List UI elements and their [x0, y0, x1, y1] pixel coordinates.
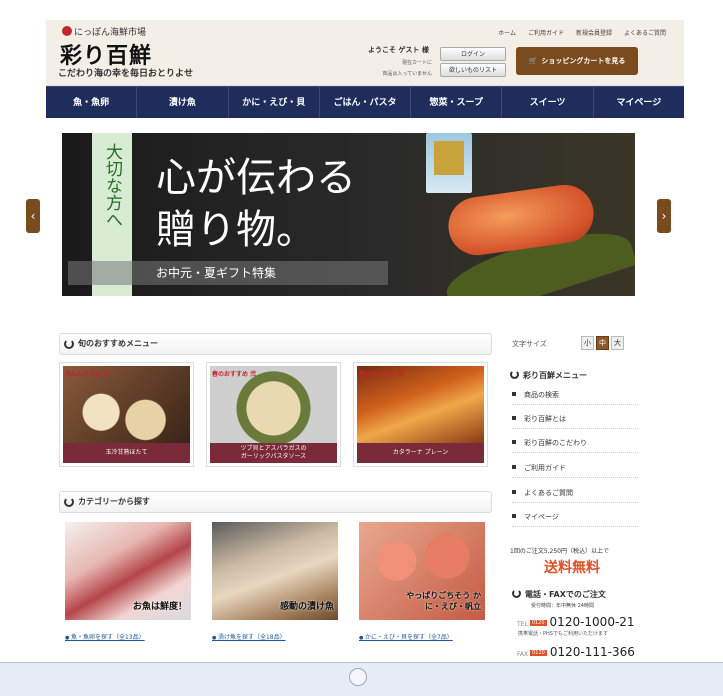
category-link-pickled-fish[interactable]: 漬け魚を探す（全18品） [212, 632, 286, 641]
hero-headline-2: 贈り物。 [156, 207, 316, 253]
site-header: にっぽん海鮮市場 彩り百鮮 こだわり海の幸を毎日おとりよせ ホーム ご利用ガイド… [46, 20, 684, 86]
category-section-header: カテゴリーから探す [59, 491, 492, 513]
hero-band-text: 大切な方へ [102, 143, 122, 228]
recommend-caption-1: 玉冷甘熟ほたて [63, 443, 190, 463]
top-link-faq[interactable]: よくあるご質問 [624, 28, 666, 37]
sidebar-menu-title: 彩り百鮮メニュー [523, 371, 587, 380]
category-link-fish[interactable]: 魚・魚卵を探す（全13品） [65, 632, 145, 641]
scroll-indicator-icon[interactable] [349, 668, 367, 686]
hero-subtitle: お中元・夏ギフト特集 [68, 261, 388, 285]
category-tag-pickled-fish: 感動の漬け魚 [279, 602, 334, 612]
top-link-guide[interactable]: ご利用ガイド [528, 28, 564, 37]
sidebar-menu-header: 彩り百鮮メニュー [510, 370, 587, 381]
slider-prev-button[interactable]: ‹ [26, 199, 40, 233]
category-tile-fish[interactable]: お魚は鮮度！ [65, 522, 191, 620]
scallop-image: 春のおすすめ 壱 [63, 366, 190, 443]
global-nav: 魚・魚卵 漬け魚 かに・えび・貝 ごはん・パスタ 惣菜・スープ スイーツ マイペ… [46, 86, 684, 118]
recommend-card-3[interactable]: 春のおすすめ 参 カタラーナ プレーン [353, 362, 488, 467]
recommend-section-header: 旬のおすすめメニュー [59, 333, 492, 355]
sidebar-item-faq[interactable]: よくあるご質問 [512, 483, 638, 503]
sidebar-item-guide[interactable]: ご利用ガイド [512, 458, 638, 478]
section-ring-icon [512, 589, 521, 598]
freedial-icon: 0120 [529, 620, 547, 626]
sidebar-item-mypage[interactable]: マイページ [512, 507, 638, 527]
page: にっぽん海鮮市場 彩り百鮮 こだわり海の幸を毎日おとりよせ ホーム ご利用ガイド… [0, 0, 723, 696]
tel-note: 携帯電話・PHSでもご利用いただけます [518, 631, 608, 637]
free-shipping-label: 送料無料 [544, 560, 600, 576]
logo-top-label: にっぽん海鮮市場 [74, 28, 147, 38]
slider-next-button[interactable]: › [657, 199, 671, 233]
sake-bottle-label [434, 141, 464, 175]
recommend-tag-3: 春のおすすめ 参 [359, 371, 404, 378]
nav-item-sweets[interactable]: スイーツ [502, 87, 594, 118]
sidebar-item-about[interactable]: 彩り百鮮とは [512, 409, 638, 429]
category-tag-fish: お魚は鮮度！ [132, 602, 187, 612]
sidebar-item-commitment[interactable]: 彩り百鮮のこだわり [512, 433, 638, 453]
recommend-card-2[interactable]: 春のおすすめ 弐 ツブ貝とアスパラガスの ガーリックパスタソース [206, 362, 341, 467]
tel-number: 0120-1000-21 [549, 615, 635, 629]
font-size-label: 文字サイズ [512, 340, 547, 348]
recommend-card-1[interactable]: 春のおすすめ 壱 玉冷甘熟ほたて [59, 362, 194, 467]
tel-number-row[interactable]: TEL 0120 0120-1000-21 [517, 615, 635, 629]
category-title: カテゴリーから探す [78, 497, 150, 506]
category-tile-crab-shrimp[interactable]: やっぱりごちそう かに・えび・帆立 [359, 522, 485, 620]
fax-number-row: FAX 0120 0120-111-366 [517, 645, 635, 659]
recommend-caption-2: ツブ貝とアスパラガスの ガーリックパスタソース [210, 443, 337, 463]
top-link-home[interactable]: ホーム [498, 28, 516, 37]
nav-item-fish[interactable]: 魚・魚卵 [46, 87, 138, 118]
nav-item-mypage[interactable]: マイページ [594, 87, 684, 118]
nav-item-pickled-fish[interactable]: 漬け魚 [137, 87, 229, 118]
hero-banner[interactable]: 大切な方へ 心が伝わる 贈り物。 お中元・夏ギフト特集 [62, 133, 635, 296]
section-ring-icon [64, 497, 74, 507]
logo-top-text[interactable]: にっぽん海鮮市場 [62, 25, 146, 38]
fax-number: 0120-111-366 [549, 645, 635, 659]
wishlist-button[interactable]: 欲しいものリスト [440, 63, 506, 77]
font-size-medium-button[interactable]: 中 [596, 336, 609, 350]
freedial-icon: 0120 [530, 650, 547, 656]
cart-status-line1: 現在カートに [401, 60, 432, 66]
contact-header: 電話・FAXでのご注文 [512, 589, 606, 600]
recommend-caption-3: カタラーナ プレーン [357, 443, 484, 463]
view-cart-label: ショッピングカートを見る [541, 57, 626, 65]
recommend-title: 旬のおすすめメニュー [78, 339, 158, 348]
view-cart-button[interactable]: 🛒 ショッピングカートを見る [516, 47, 638, 75]
category-link-crab-shrimp[interactable]: かに・えび・貝を探す（全7品） [359, 632, 453, 641]
category-tag-crab-shrimp: やっぱりごちそう かに・えび・帆立 [406, 590, 481, 611]
login-button[interactable]: ログイン [440, 47, 506, 61]
shipping-condition: 1回のご注文5,250円（税込）以上で [510, 548, 609, 555]
recommend-tag-1: 春のおすすめ 壱 [65, 371, 110, 378]
cart-status: 現在カートに 商品は入っていません [374, 58, 432, 80]
welcome-text: ようこそ ゲスト 様 [368, 46, 429, 54]
sidebar-item-search[interactable]: 商品の検索 [512, 385, 638, 405]
nav-item-crab-shrimp-shellfish[interactable]: かに・えび・貝 [229, 87, 320, 118]
tel-label: TEL [517, 621, 528, 628]
font-size-small-button[interactable]: 小 [581, 336, 594, 350]
catalana-image: 春のおすすめ 参 [357, 366, 484, 443]
top-link-register[interactable]: 新規会員登録 [576, 28, 612, 37]
section-ring-icon [64, 339, 74, 349]
site-tagline: こだわり海の幸を毎日おとりよせ [58, 69, 194, 79]
pasta-image: 春のおすすめ 弐 [210, 366, 337, 443]
nav-item-deli-soup[interactable]: 惣菜・スープ [411, 87, 503, 118]
fax-label: FAX [517, 651, 529, 658]
recommend-tag-2: 春のおすすめ 弐 [212, 371, 257, 378]
section-ring-icon [510, 370, 519, 379]
contact-hours: 受付時間：年中無休 24時間 [531, 603, 594, 609]
category-tile-pickled-fish[interactable]: 感動の漬け魚 [212, 522, 338, 620]
nav-item-rice-pasta[interactable]: ごはん・パスタ [320, 87, 412, 118]
hero-headline-1: 心が伝わる [156, 155, 356, 201]
cart-icon: 🛒 [528, 57, 538, 65]
top-links: ホーム ご利用ガイド 新規会員登録 よくあるご質問 [498, 28, 666, 37]
contact-title: 電話・FAXでのご注文 [525, 590, 606, 599]
cart-status-line2: 商品は入っていません [382, 71, 432, 77]
font-size-large-button[interactable]: 大 [611, 336, 624, 350]
logo-mark-icon [62, 26, 72, 36]
